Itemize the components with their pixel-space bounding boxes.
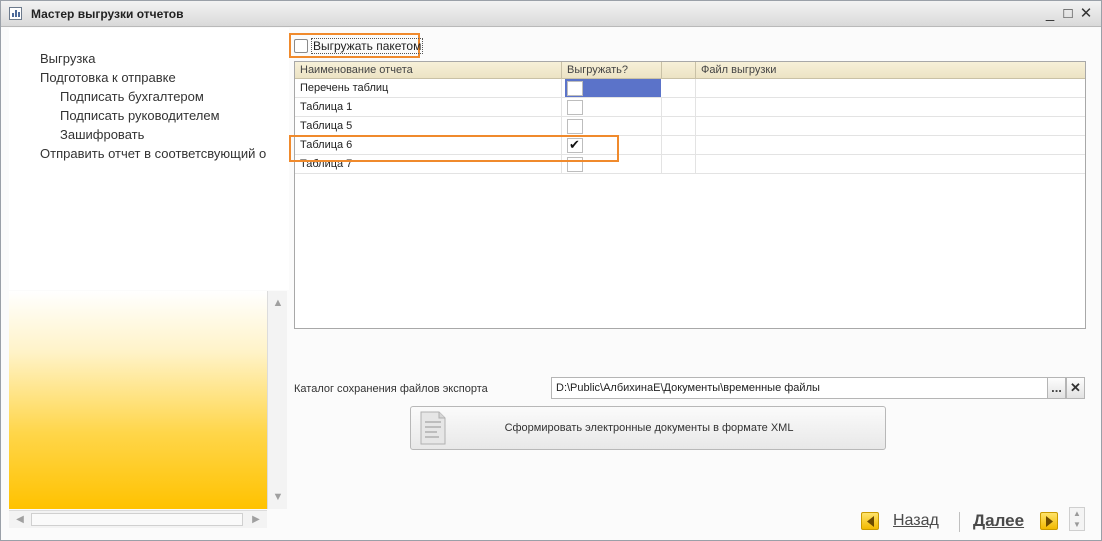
table-header: Наименование отчета Выгружать? Файл выгр…	[295, 62, 1085, 79]
table-row[interactable]: Перечень таблиц	[295, 79, 1085, 98]
report-name-cell: Таблица 1	[295, 98, 562, 116]
export-checkbox[interactable]	[567, 81, 583, 96]
batch-checkbox-label[interactable]: Выгружать пакетом	[311, 38, 424, 54]
decorative-panel	[9, 291, 267, 509]
nav-separator	[959, 512, 960, 532]
steps-list: Выгрузка Подготовка к отправке Подписать…	[9, 28, 289, 290]
table-row[interactable]: Таблица 1	[295, 98, 1085, 117]
blank-cell	[662, 117, 696, 135]
blank-cell	[662, 98, 696, 116]
clear-field-button[interactable]: ✕	[1066, 377, 1085, 399]
file-cell	[696, 98, 1085, 116]
step-export[interactable]: Выгрузка	[40, 51, 96, 66]
back-arrow-icon[interactable]	[861, 512, 879, 530]
column-header-blank[interactable]	[662, 62, 696, 79]
scroll-down-icon[interactable]: ▼	[268, 487, 288, 507]
file-cell	[696, 117, 1085, 135]
column-header-export[interactable]: Выгружать?	[562, 62, 662, 79]
wizard-window: Мастер выгрузки отчетов _ □ ✕ Выгрузка П…	[0, 0, 1102, 541]
export-checkbox[interactable]	[567, 100, 583, 115]
export-folder-input[interactable]: D:\Public\АлбихинаЕ\Документы\временные …	[551, 377, 1048, 399]
row-highlight	[289, 135, 619, 162]
export-folder-label: Каталог сохранения файлов экспорта	[294, 383, 488, 395]
scroll-up-icon[interactable]: ▲	[268, 293, 288, 313]
browse-button[interactable]: ...	[1047, 377, 1066, 399]
generate-xml-label: Сформировать электронные документы в фор…	[504, 422, 794, 434]
batch-checkbox-row[interactable]: Выгружать пакетом	[294, 38, 424, 54]
column-header-file[interactable]: Файл выгрузки	[696, 62, 1085, 79]
blank-cell	[662, 79, 696, 97]
step-encrypt[interactable]: Зашифровать	[60, 127, 144, 142]
file-cell	[696, 136, 1085, 154]
close-button[interactable]: ✕	[1077, 5, 1095, 23]
report-name-cell: Перечень таблиц	[295, 79, 562, 97]
step-sign-director[interactable]: Подписать руководителем	[60, 108, 220, 123]
scroll-thumb[interactable]	[31, 513, 243, 526]
spin-up-icon[interactable]: ▲	[1070, 508, 1084, 519]
wizard-content: Выгрузка Подготовка к отправке Подписать…	[1, 28, 1101, 540]
reports-table[interactable]: Наименование отчета Выгружать? Файл выгр…	[294, 61, 1086, 329]
window-title: Мастер выгрузки отчетов	[31, 7, 184, 21]
blank-cell	[662, 136, 696, 154]
scroll-left-icon[interactable]: ◀	[11, 511, 29, 529]
back-button[interactable]: Назад	[893, 512, 939, 530]
report-icon	[9, 7, 22, 20]
export-checkbox[interactable]	[567, 119, 583, 134]
step-send[interactable]: Отправить отчет в соответсвующий о	[40, 146, 266, 161]
maximize-button[interactable]: □	[1059, 5, 1077, 23]
minimize-button[interactable]: _	[1041, 5, 1059, 23]
step-sign-accountant[interactable]: Подписать бухгалтером	[60, 89, 204, 104]
file-cell	[696, 155, 1085, 173]
spin-control[interactable]: ▲ ▼	[1069, 507, 1085, 531]
step-prepare[interactable]: Подготовка к отправке	[40, 70, 176, 85]
horizontal-scrollbar[interactable]: ◀ ▶	[9, 510, 267, 528]
next-arrow-icon[interactable]	[1040, 512, 1058, 530]
batch-checkbox[interactable]	[294, 39, 308, 53]
report-name-cell: Таблица 5	[295, 117, 562, 135]
table-row[interactable]: Таблица 5	[295, 117, 1085, 136]
file-cell	[696, 79, 1085, 97]
title-bar: Мастер выгрузки отчетов _ □ ✕	[1, 1, 1101, 27]
vertical-scrollbar[interactable]: ▲ ▼	[267, 291, 287, 509]
column-header-name[interactable]: Наименование отчета	[295, 62, 562, 79]
next-button[interactable]: Далее	[973, 511, 1024, 531]
spin-down-icon[interactable]: ▼	[1070, 519, 1084, 530]
generate-xml-button[interactable]: Сформировать электронные документы в фор…	[410, 406, 886, 450]
scroll-right-icon[interactable]: ▶	[247, 511, 265, 529]
blank-cell	[662, 155, 696, 173]
